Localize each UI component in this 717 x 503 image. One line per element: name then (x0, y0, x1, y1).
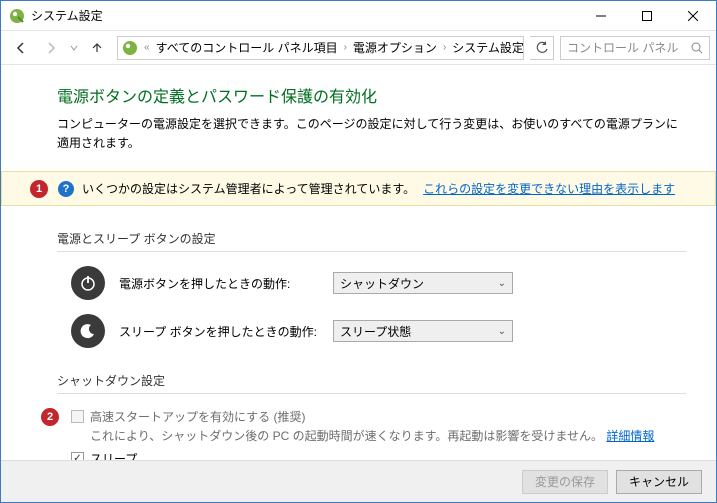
info-link[interactable]: これらの設定を変更できない理由を表示します (423, 180, 675, 197)
power-icon (71, 266, 105, 300)
checkbox-label: 高速スタートアップを有効にする (推奨) (90, 408, 305, 425)
address-icon (122, 40, 138, 56)
footer: 変更の保存 キャンセル (1, 460, 716, 502)
checkbox-icon (71, 410, 84, 423)
chevron-down-icon: ⌄ (498, 326, 506, 337)
search-input[interactable]: コントロール パネル (560, 36, 710, 60)
info-banner: 1 ? いくつかの設定はシステム管理者によって管理されています。 これらの設定を… (1, 171, 716, 206)
chevron-down-icon: ⌄ (498, 278, 506, 289)
history-dropdown[interactable] (67, 44, 81, 52)
checkbox-label: スリープ (90, 450, 137, 460)
navbar: « すべてのコントロール パネル項目 › 電源オプション › システム設定 コン… (1, 31, 716, 65)
sleep-checkbox[interactable]: スリープ (71, 450, 686, 460)
row-label: 電源ボタンを押したときの動作: (119, 275, 319, 292)
back-button[interactable] (7, 36, 35, 60)
breadcrumb[interactable]: 電源オプション (353, 39, 437, 56)
page-description: コンピューターの電源設定を選択できます。このページの設定に対して行う変更は、お使… (57, 115, 686, 153)
search-placeholder: コントロール パネル (567, 39, 685, 56)
window-title: システム設定 (31, 7, 578, 24)
callout-badge-1: 1 (30, 180, 48, 198)
refresh-button[interactable] (530, 36, 554, 60)
save-button[interactable]: 変更の保存 (522, 470, 608, 494)
section-header: 電源とスリープ ボタンの設定 (57, 230, 686, 252)
power-sleep-section: 電源とスリープ ボタンの設定 電源ボタンを押したときの動作: シャットダウン ⌄… (57, 230, 686, 348)
minimize-button[interactable] (578, 1, 624, 31)
content-area: 電源ボタンの定義とパスワード保護の有効化 コンピューターの電源設定を選択できます… (1, 65, 716, 460)
details-link[interactable]: 詳細情報 (606, 429, 654, 443)
power-button-row: 電源ボタンを押したときの動作: シャットダウン ⌄ (71, 266, 686, 300)
chevron-icon: › (443, 42, 446, 53)
shutdown-section: シャットダウン設定 2 高速スタートアップを有効にする (推奨) これにより、シ… (57, 372, 686, 460)
address-bar[interactable]: « すべてのコントロール パネル項目 › 電源オプション › システム設定 (117, 36, 524, 60)
page-title: 電源ボタンの定義とパスワード保護の有効化 (57, 83, 686, 107)
cancel-button[interactable]: キャンセル (616, 470, 702, 494)
sleep-button-row: スリープ ボタンを押したときの動作: スリープ状態 ⌄ (71, 314, 686, 348)
info-text: いくつかの設定はシステム管理者によって管理されています。 (82, 180, 415, 197)
titlebar: システム設定 (1, 1, 716, 31)
up-button[interactable] (83, 36, 111, 60)
maximize-button[interactable] (624, 1, 670, 31)
info-icon: ? (58, 181, 74, 197)
breadcrumb[interactable]: システム設定 (452, 39, 524, 56)
chevron-icon: › (344, 42, 347, 53)
row-label: スリープ ボタンを押したときの動作: (119, 323, 319, 340)
power-button-select[interactable]: シャットダウン ⌄ (333, 272, 513, 294)
search-icon (691, 42, 703, 54)
fast-startup-desc: これにより、シャットダウン後の PC の起動時間が速くなります。再起動は影響を受… (90, 427, 686, 444)
checkbox-icon (71, 452, 84, 460)
sleep-icon (71, 314, 105, 348)
fast-startup-checkbox: 高速スタートアップを有効にする (推奨) (71, 408, 686, 425)
sleep-button-select[interactable]: スリープ状態 ⌄ (333, 320, 513, 342)
section-header: シャットダウン設定 (57, 372, 686, 394)
chevron-icon: « (144, 42, 150, 53)
forward-button[interactable] (37, 36, 65, 60)
breadcrumb[interactable]: すべてのコントロール パネル項目 (156, 39, 338, 56)
callout-badge-2: 2 (41, 408, 59, 426)
close-button[interactable] (670, 1, 716, 31)
app-icon (9, 8, 25, 24)
